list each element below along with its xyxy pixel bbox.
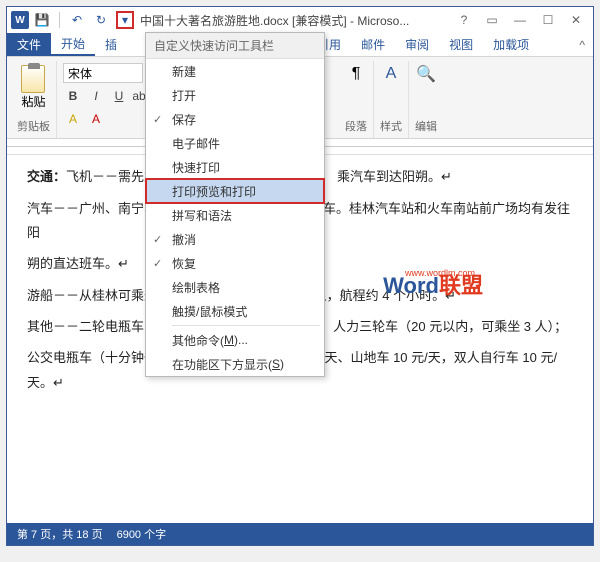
- group-paragraph: ¶ 段落: [339, 61, 374, 138]
- status-page[interactable]: 第 7 页，共 18 页: [17, 526, 103, 542]
- menu-show-below[interactable]: 在功能区下方显示(S): [146, 352, 324, 376]
- group-styles: A 样式: [374, 61, 409, 138]
- ribbon-options-icon[interactable]: ▭: [479, 10, 505, 30]
- qat-dropdown-icon[interactable]: ▾: [116, 11, 134, 29]
- statusbar: 第 7 页，共 18 页 6900 个字: [7, 523, 593, 545]
- find-icon[interactable]: 🔍: [415, 63, 437, 85]
- tab-view[interactable]: 视图: [439, 33, 483, 56]
- menu-more-commands[interactable]: 其他命令(M)...: [146, 328, 324, 352]
- collapse-ribbon-icon[interactable]: ^: [571, 33, 593, 56]
- undo-icon[interactable]: ↶: [68, 11, 86, 29]
- menu-item[interactable]: ✓保存: [146, 107, 324, 131]
- clipboard-label: 剪贴板: [17, 118, 50, 136]
- tab-home[interactable]: 开始: [51, 33, 95, 56]
- tab-file[interactable]: 文件: [7, 33, 51, 56]
- paragraph-icon[interactable]: ¶: [345, 63, 367, 85]
- tab-review[interactable]: 审阅: [395, 33, 439, 56]
- quick-access-toolbar: 💾 ↶ ↻ ▾: [33, 11, 134, 29]
- menu-item[interactable]: 拼写和语法: [146, 203, 324, 227]
- paragraph-label: 段落: [345, 118, 367, 136]
- group-font: 宋体 B I U abc A A: [57, 61, 159, 138]
- menu-item[interactable]: 触摸/鼠标模式: [146, 299, 324, 323]
- menu-item[interactable]: 快速打印: [146, 155, 324, 179]
- save-icon[interactable]: 💾: [33, 11, 51, 29]
- app-icon: W: [11, 11, 29, 29]
- bold-button[interactable]: B: [63, 86, 83, 106]
- paste-icon: [21, 65, 45, 93]
- styles-label: 样式: [380, 118, 402, 136]
- highlight-button[interactable]: A: [63, 109, 83, 129]
- tab-insert[interactable]: 插: [95, 33, 127, 56]
- menu-header: 自定义快速访问工具栏: [146, 33, 324, 59]
- group-clipboard: 粘贴 剪贴板: [11, 61, 57, 138]
- qat-customize-menu: 自定义快速访问工具栏 新建打开✓保存电子邮件快速打印打印预览和打印拼写和语法✓撤…: [145, 32, 325, 377]
- italic-button[interactable]: I: [86, 86, 106, 106]
- tab-addins[interactable]: 加载项: [483, 33, 539, 56]
- help-icon[interactable]: ?: [451, 10, 477, 30]
- menu-item[interactable]: ✓恢复: [146, 251, 324, 275]
- menu-item[interactable]: 新建: [146, 59, 324, 83]
- minimize-icon[interactable]: ―: [507, 10, 533, 30]
- maximize-icon[interactable]: ☐: [535, 10, 561, 30]
- menu-item[interactable]: ✓撤消: [146, 227, 324, 251]
- font-color-button[interactable]: A: [86, 109, 106, 129]
- menu-item[interactable]: 电子邮件: [146, 131, 324, 155]
- titlebar: W 💾 ↶ ↻ ▾ 中国十大著名旅游胜地.docx [兼容模式] - Micro…: [7, 7, 593, 33]
- menu-item[interactable]: 打开: [146, 83, 324, 107]
- menu-item[interactable]: 打印预览和打印: [146, 179, 324, 203]
- redo-icon[interactable]: ↻: [92, 11, 110, 29]
- editing-label: 编辑: [415, 118, 437, 136]
- close-icon[interactable]: ✕: [563, 10, 589, 30]
- menu-item[interactable]: 绘制表格: [146, 275, 324, 299]
- paste-button[interactable]: 粘贴: [17, 63, 49, 112]
- styles-icon[interactable]: A: [380, 63, 402, 85]
- window-title: 中国十大著名旅游胜地.docx [兼容模式] - Microso...: [134, 12, 451, 29]
- tab-mail[interactable]: 邮件: [351, 33, 395, 56]
- font-name-select[interactable]: 宋体: [63, 63, 143, 83]
- group-editing: 🔍 编辑: [409, 61, 443, 138]
- doc-label: 交通：: [27, 169, 66, 184]
- paste-label: 粘贴: [21, 93, 45, 110]
- underline-button[interactable]: U: [109, 86, 129, 106]
- watermark-url: www.wordlm.com: [405, 265, 475, 282]
- status-words[interactable]: 6900 个字: [117, 526, 167, 542]
